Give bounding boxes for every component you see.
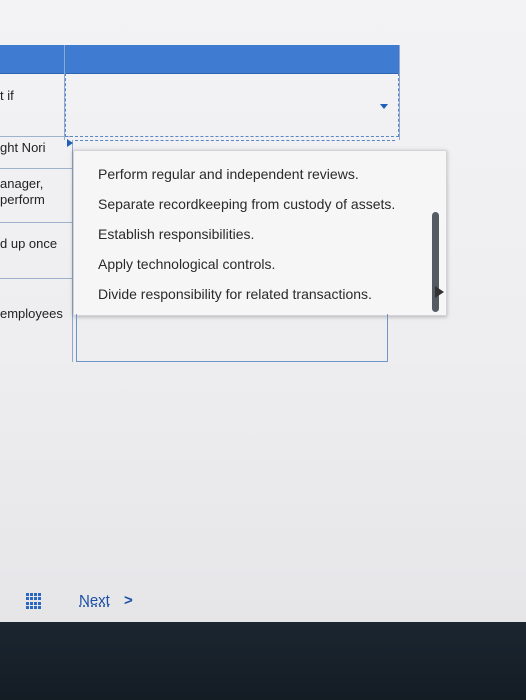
dropdown-option[interactable]: Apply technological controls. <box>98 255 275 273</box>
row-label-3a: anager, <box>0 176 44 191</box>
next-button[interactable]: Next <box>79 592 110 609</box>
column-divider <box>399 45 400 140</box>
assignment-page: t if ght Nori anager, perform d up once … <box>0 0 526 622</box>
chevron-right-icon[interactable]: > <box>124 592 133 609</box>
row-pointer-icon <box>67 139 73 147</box>
row-separator <box>0 278 72 279</box>
row-separator <box>0 222 72 223</box>
table-header-row <box>0 45 400 74</box>
row-separator <box>0 136 72 137</box>
device-bezel <box>0 622 526 700</box>
focus-outline <box>75 140 395 142</box>
answer-input-box[interactable] <box>76 314 388 362</box>
dropdown-option[interactable]: Perform regular and independent reviews. <box>98 165 359 183</box>
mouse-cursor-icon <box>435 286 444 298</box>
row-label-5: employees <box>0 306 63 321</box>
row-label-3b: perform <box>0 192 45 207</box>
answer-select[interactable] <box>65 73 399 137</box>
dropdown-option[interactable]: Divide responsibility for related transa… <box>98 285 372 303</box>
row-label-1: t if <box>0 88 14 103</box>
row-label-2: ght Nori <box>0 140 46 155</box>
dropdown-option[interactable]: Establish responsibilities. <box>98 225 254 243</box>
row-separator <box>0 168 72 169</box>
row-label-4: d up once <box>0 236 58 251</box>
dropdown-arrow-icon[interactable] <box>380 104 388 109</box>
dropdown-option[interactable]: Separate recordkeeping from custody of a… <box>98 195 395 213</box>
grid-menu-icon[interactable] <box>26 593 42 609</box>
dropdown-list[interactable]: Perform regular and independent reviews.… <box>73 150 447 316</box>
